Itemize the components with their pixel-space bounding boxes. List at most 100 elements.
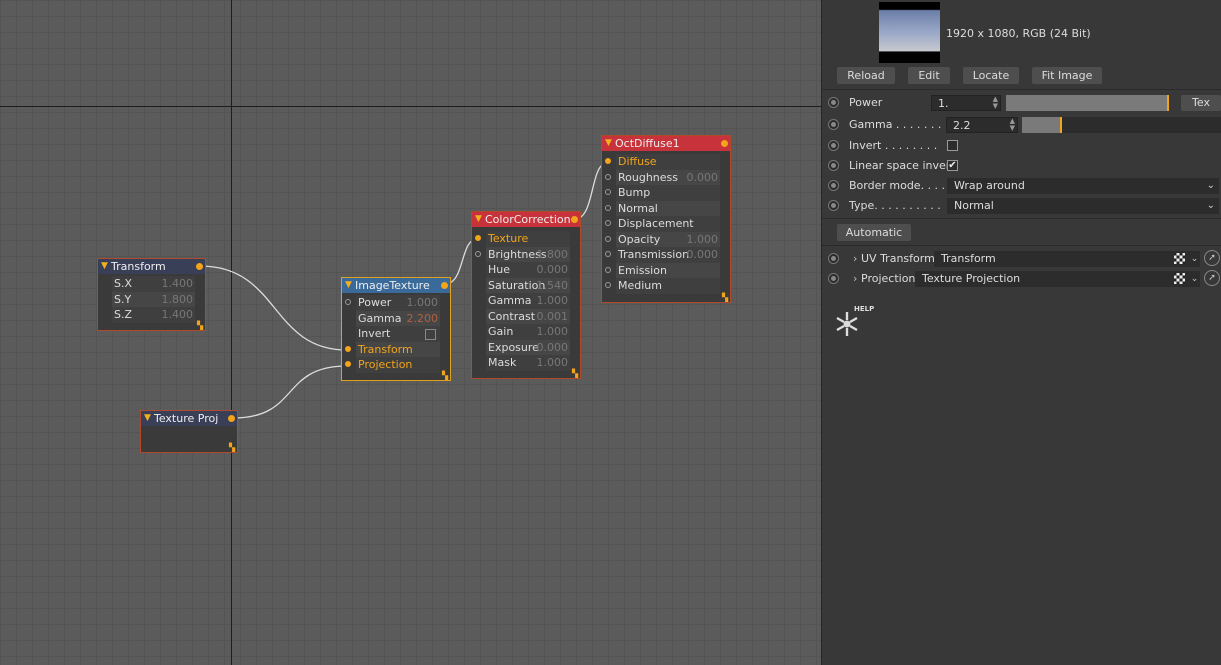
node-image-texture[interactable]: ▼ ImageTexture Power 1.000 Gamma 2.200 Inv… bbox=[341, 277, 451, 381]
expand-chevron-icon[interactable]: › bbox=[853, 270, 857, 288]
locate-button[interactable]: Locate bbox=[963, 67, 1019, 84]
tex-button[interactable]: Tex bbox=[1181, 95, 1221, 111]
power-slider[interactable] bbox=[1006, 95, 1169, 111]
automatic-button[interactable]: Automatic bbox=[837, 224, 911, 241]
param-row[interactable]: Exposure 0.000 bbox=[486, 339, 570, 355]
input-port[interactable] bbox=[345, 299, 351, 305]
expand-chevron-icon[interactable]: › bbox=[853, 250, 857, 268]
node-texture-proj[interactable]: ▼ Texture Proj ▚ bbox=[140, 410, 238, 453]
param-row[interactable]: Gain 1.000 bbox=[486, 324, 570, 340]
resize-grip-icon[interactable]: ▚ bbox=[572, 370, 579, 378]
input-port[interactable] bbox=[475, 250, 481, 257]
checker-icon[interactable] bbox=[1174, 273, 1185, 284]
output-port[interactable] bbox=[228, 415, 235, 422]
animate-radio-icon[interactable] bbox=[828, 140, 839, 151]
input-port[interactable] bbox=[605, 158, 611, 164]
param-row[interactable]: Brightness 1.800 bbox=[475, 246, 570, 262]
node-transform[interactable]: ▼ Transform S.X 1.400 S.Y 1.800 S.Z 1.400 ▚ bbox=[97, 258, 206, 331]
spinner-icon[interactable]: ▲ ▼ bbox=[993, 96, 998, 110]
param-row[interactable]: Gamma 1.000 bbox=[486, 293, 570, 309]
output-port[interactable] bbox=[196, 263, 203, 270]
node-oct-diffuse[interactable]: ▼ OctDiffuse1 Diffuse Roughness 0.000 Bum… bbox=[601, 135, 731, 303]
param-row[interactable]: Texture bbox=[475, 231, 570, 247]
param-row[interactable]: Transmission 0.000 bbox=[605, 247, 720, 263]
param-row[interactable]: Saturation 1.540 bbox=[486, 277, 570, 293]
animate-radio-icon[interactable] bbox=[828, 97, 839, 108]
input-port[interactable] bbox=[605, 204, 611, 211]
param-row[interactable]: Displacement bbox=[605, 216, 720, 232]
param-row[interactable]: Medium bbox=[605, 278, 720, 294]
gamma-input[interactable]: 2.2 ▲ ▼ bbox=[946, 117, 1018, 133]
output-port[interactable] bbox=[721, 140, 728, 147]
resize-grip-icon[interactable]: ▚ bbox=[229, 444, 236, 452]
uv-transform-link-field[interactable]: Transform bbox=[934, 251, 1190, 267]
resize-grip-icon[interactable]: ▚ bbox=[442, 372, 449, 380]
collapse-triangle-icon[interactable]: ▼ bbox=[345, 278, 352, 293]
input-port[interactable] bbox=[605, 266, 611, 273]
input-port[interactable] bbox=[345, 361, 351, 367]
resize-grip-icon[interactable]: ▚ bbox=[722, 294, 729, 302]
input-port[interactable] bbox=[605, 220, 611, 226]
reload-button[interactable]: Reload bbox=[837, 67, 895, 84]
invert-checkbox[interactable] bbox=[425, 329, 436, 340]
collapse-triangle-icon[interactable]: ▼ bbox=[475, 212, 482, 227]
animate-radio-icon[interactable] bbox=[828, 253, 839, 264]
node-color-correction[interactable]: ▼ ColorCorrection Texture Brightness 1.80… bbox=[471, 211, 581, 379]
invert-checkbox[interactable] bbox=[947, 140, 958, 151]
animate-radio-icon[interactable] bbox=[828, 119, 839, 130]
param-row[interactable]: Mask 1.000 bbox=[486, 355, 570, 371]
param-row[interactable]: Gamma 2.200 bbox=[356, 310, 440, 326]
output-port[interactable] bbox=[571, 216, 578, 223]
param-row[interactable]: Roughness 0.000 bbox=[605, 169, 720, 185]
node-header[interactable]: ▼ Transform bbox=[98, 259, 205, 274]
animate-radio-icon[interactable] bbox=[828, 273, 839, 284]
spinner-icon[interactable]: ▲ ▼ bbox=[1010, 118, 1015, 132]
param-row[interactable]: Invert bbox=[356, 326, 440, 342]
param-row[interactable]: Diffuse bbox=[605, 154, 720, 170]
type-dropdown[interactable]: Normal ⌄ bbox=[947, 198, 1219, 214]
output-port[interactable] bbox=[441, 282, 448, 289]
border-mode-dropdown[interactable]: Wrap around ⌄ bbox=[947, 178, 1219, 194]
gamma-slider[interactable] bbox=[1022, 117, 1221, 133]
node-header[interactable]: ▼ OctDiffuse1 bbox=[602, 136, 730, 151]
param-row[interactable]: S.X 1.400 bbox=[112, 276, 195, 292]
param-row[interactable]: Emission bbox=[605, 262, 720, 278]
chevron-down-icon[interactable]: ⌄ bbox=[1189, 271, 1200, 287]
collapse-triangle-icon[interactable]: ▼ bbox=[144, 411, 151, 426]
power-input[interactable]: 1. ▲ ▼ bbox=[931, 95, 1001, 111]
param-row[interactable]: Normal bbox=[605, 200, 720, 216]
chevron-down-icon[interactable]: ⌄ bbox=[1189, 251, 1200, 267]
param-row[interactable]: S.Z 1.400 bbox=[112, 307, 195, 323]
collapse-triangle-icon[interactable]: ▼ bbox=[605, 136, 612, 151]
param-row[interactable]: Opacity 1.000 bbox=[605, 231, 720, 247]
pick-arrow-icon[interactable]: ➚ bbox=[1204, 270, 1220, 286]
checker-icon[interactable] bbox=[1174, 253, 1185, 264]
node-header[interactable]: ▼ Texture Proj bbox=[141, 411, 237, 426]
input-port[interactable] bbox=[605, 251, 611, 257]
input-port[interactable] bbox=[345, 345, 351, 352]
animate-radio-icon[interactable] bbox=[828, 180, 839, 191]
node-header[interactable]: ▼ ImageTexture bbox=[342, 278, 450, 293]
animate-radio-icon[interactable] bbox=[828, 200, 839, 211]
param-row[interactable]: Power 1.000 bbox=[345, 295, 440, 311]
param-row[interactable]: Projection bbox=[345, 357, 440, 373]
node-header[interactable]: ▼ ColorCorrection bbox=[472, 212, 580, 227]
animate-radio-icon[interactable] bbox=[828, 160, 839, 171]
pick-arrow-icon[interactable]: ➚ bbox=[1204, 250, 1220, 266]
input-port[interactable] bbox=[475, 235, 481, 241]
resize-grip-icon[interactable]: ▚ bbox=[197, 322, 204, 330]
param-row[interactable]: Contrast 0.001 bbox=[486, 308, 570, 324]
input-port[interactable] bbox=[605, 189, 611, 195]
edit-button[interactable]: Edit bbox=[908, 67, 950, 84]
fit-image-button[interactable]: Fit Image bbox=[1032, 67, 1102, 84]
input-port[interactable] bbox=[605, 173, 611, 180]
param-row[interactable]: S.Y 1.800 bbox=[112, 291, 195, 307]
linear-space-invert-checkbox[interactable]: ✔ bbox=[947, 160, 958, 171]
octane-help-icon[interactable]: HELP bbox=[832, 305, 876, 339]
projection-link-field[interactable]: Texture Projection bbox=[915, 271, 1190, 287]
input-port[interactable] bbox=[605, 282, 611, 288]
collapse-triangle-icon[interactable]: ▼ bbox=[101, 259, 108, 274]
node-editor-canvas[interactable]: ▼ Transform S.X 1.400 S.Y 1.800 S.Z 1.400 ▚… bbox=[0, 0, 821, 665]
image-thumbnail[interactable] bbox=[879, 2, 940, 63]
param-row[interactable]: Transform bbox=[345, 341, 440, 357]
